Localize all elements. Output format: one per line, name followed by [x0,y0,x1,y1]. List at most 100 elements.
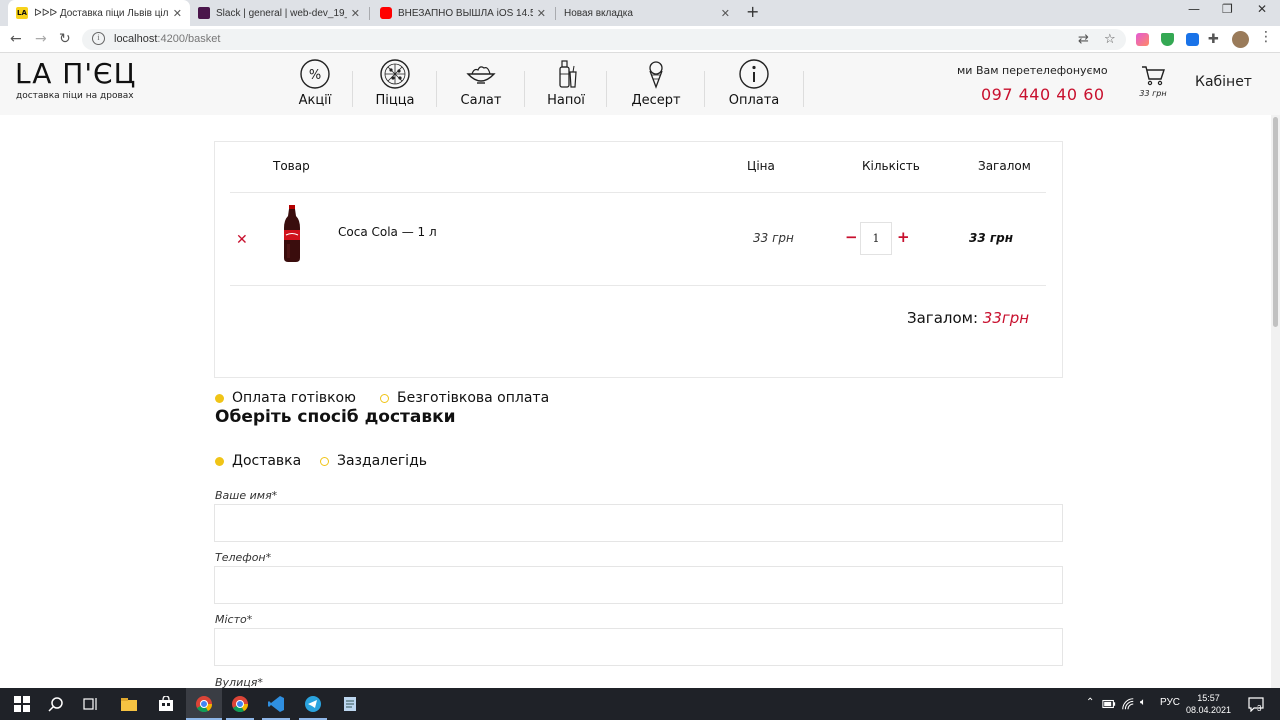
product-total: 33 грн [969,231,1014,245]
notifications-count: 3 [1257,704,1262,713]
bookmark-star-icon[interactable]: ☆ [1104,32,1116,47]
vscode-icon[interactable] [268,696,284,712]
windows-start-icon[interactable] [14,696,30,712]
delivery-option-in-advance[interactable]: Заздалегідь [320,453,427,469]
nav-salad[interactable]: Салат [456,53,506,115]
payment-option-cash[interactable]: Оплата готівкою [215,390,356,406]
page-scrollbar[interactable] [1271,115,1280,688]
profile-avatar[interactable] [1232,31,1249,48]
nav-promotions[interactable]: % Акції [292,53,338,115]
store-icon[interactable] [158,696,174,712]
tab-slack[interactable]: Slack | general | web-dev_19_mw ✕ [190,0,368,26]
product-price: 33 грн [753,231,794,245]
option-label: Безготівкова оплата [397,390,550,406]
salad-icon [466,66,496,84]
forward-icon[interactable]: → [35,31,47,47]
close-window-icon[interactable]: ✕ [1257,2,1267,16]
address-toolbar: ← → ↻ i localhost:4200/basket ⇄ ☆ ✚ ⋮ [0,26,1280,53]
notifications-icon[interactable] [1248,696,1264,712]
radio-unselected-icon [380,393,389,403]
scrollbar-thumb[interactable] [1273,117,1278,327]
reload-icon[interactable]: ↻ [59,31,71,47]
payment-option-cashless[interactable]: Безготівкова оплата [380,390,549,406]
tab-new-tab[interactable]: Новая вкладка ✕ [556,0,738,26]
input-language[interactable]: РУС [1160,697,1180,708]
wifi-icon[interactable] [1121,697,1135,711]
site-favicon: LA [16,7,28,19]
show-hidden-icons[interactable]: ⌃ [1086,697,1094,708]
delivery-option-delivery[interactable]: Доставка [215,453,301,469]
nav-drinks[interactable]: Напої [543,53,589,115]
site-header: LA П'ЄЦ доставка піци на дровах % Акції … [0,53,1280,115]
translate-icon[interactable]: ⇄ [1078,32,1089,47]
nav-label: Десерт [631,93,681,108]
decrease-quantity-button[interactable]: − [845,228,858,246]
close-tab-icon[interactable]: ✕ [721,7,730,20]
close-tab-icon[interactable]: ✕ [537,7,546,20]
notepad-icon[interactable] [342,696,358,712]
url-host: localhost [114,33,158,45]
column-header-total: Загалом [978,159,1031,173]
nav-label: Оплата [728,93,780,108]
restore-icon[interactable]: ❐ [1222,2,1233,16]
increase-quantity-button[interactable]: + [897,228,910,246]
clock[interactable]: 15:57 08.04.2021 [1186,692,1231,716]
city-field-label: Місто* [215,613,253,626]
radio-unselected-icon [320,456,329,466]
new-tab-button[interactable]: + [746,2,759,21]
info-icon [739,59,769,89]
drinks-icon [559,60,577,88]
search-icon[interactable] [48,696,64,712]
pizza-icon [380,59,410,89]
close-tab-icon[interactable]: ✕ [351,7,360,20]
extensions-puzzle-icon[interactable]: ✚ [1208,32,1219,47]
cabinet-link[interactable]: Кабінет [1195,74,1252,90]
radio-selected-icon [215,393,224,403]
tab-title: ВНЕЗАПНО ВЫШЛА iOS 14.5 на [398,7,533,19]
cart-button[interactable]: 33 грн [1138,65,1168,98]
site-logo[interactable]: LA П'ЄЦ [15,59,136,89]
phone-input[interactable] [214,566,1063,604]
quantity-input[interactable]: 1 [860,222,892,255]
task-view-icon[interactable] [83,696,99,712]
name-input[interactable] [214,504,1063,542]
shield-extension-icon[interactable] [1161,33,1174,46]
tab-title: Slack | general | web-dev_19_mw [216,7,347,19]
omnibox[interactable]: i localhost:4200/basket ⇄ ☆ [82,29,1126,50]
tab-pizza-delivery[interactable]: LA ᐅᐅᐅ Доставка піци Львів цілод ✕ [8,0,190,26]
back-icon[interactable]: ← [10,31,22,47]
tab-title: Новая вкладка [564,7,633,19]
extension-icon[interactable] [1136,33,1149,46]
volume-icon[interactable]: 🔈︎ [1140,697,1146,708]
remove-item-icon[interactable]: ✕ [236,232,248,248]
cart-sum: 33 грн [1139,89,1167,98]
tab-youtube[interactable]: ВНЕЗАПНО ВЫШЛА iOS 14.5 на ✕ [372,0,554,26]
telegram-icon[interactable] [305,696,321,712]
nav-divider [704,71,705,107]
column-header-price: Ціна [747,159,775,173]
delivery-heading: Оберіть спосіб доставки [215,407,456,427]
site-info-icon[interactable]: i [92,32,105,45]
city-input[interactable] [214,628,1063,666]
product-name[interactable]: Coca Cola — 1 л [338,225,437,239]
nav-label: Піцца [375,93,415,108]
file-explorer-icon[interactable] [121,696,137,712]
chrome-icon[interactable] [196,696,212,712]
nav-payment[interactable]: Оплата [725,53,783,115]
phone-number[interactable]: 097 440 40 60 [981,85,1105,104]
nav-dessert[interactable]: Десерт [628,53,684,115]
clock-date: 08.04.2021 [1186,705,1232,715]
close-tab-icon[interactable]: ✕ [173,7,182,20]
extension-icon[interactable] [1186,33,1199,46]
nav-pizza[interactable]: Піцца [370,53,420,115]
menu-kebab-icon[interactable]: ⋮ [1259,29,1273,45]
svg-text:%: % [309,68,321,83]
nav-divider [524,71,525,107]
nav-divider [803,71,804,107]
url-text[interactable]: localhost:4200/basket [114,33,220,45]
nav-label: Акції [298,93,332,108]
minimize-icon[interactable]: — [1188,2,1200,16]
radio-selected-icon [215,456,224,466]
battery-icon[interactable] [1102,697,1116,711]
chrome-icon[interactable] [232,696,248,712]
